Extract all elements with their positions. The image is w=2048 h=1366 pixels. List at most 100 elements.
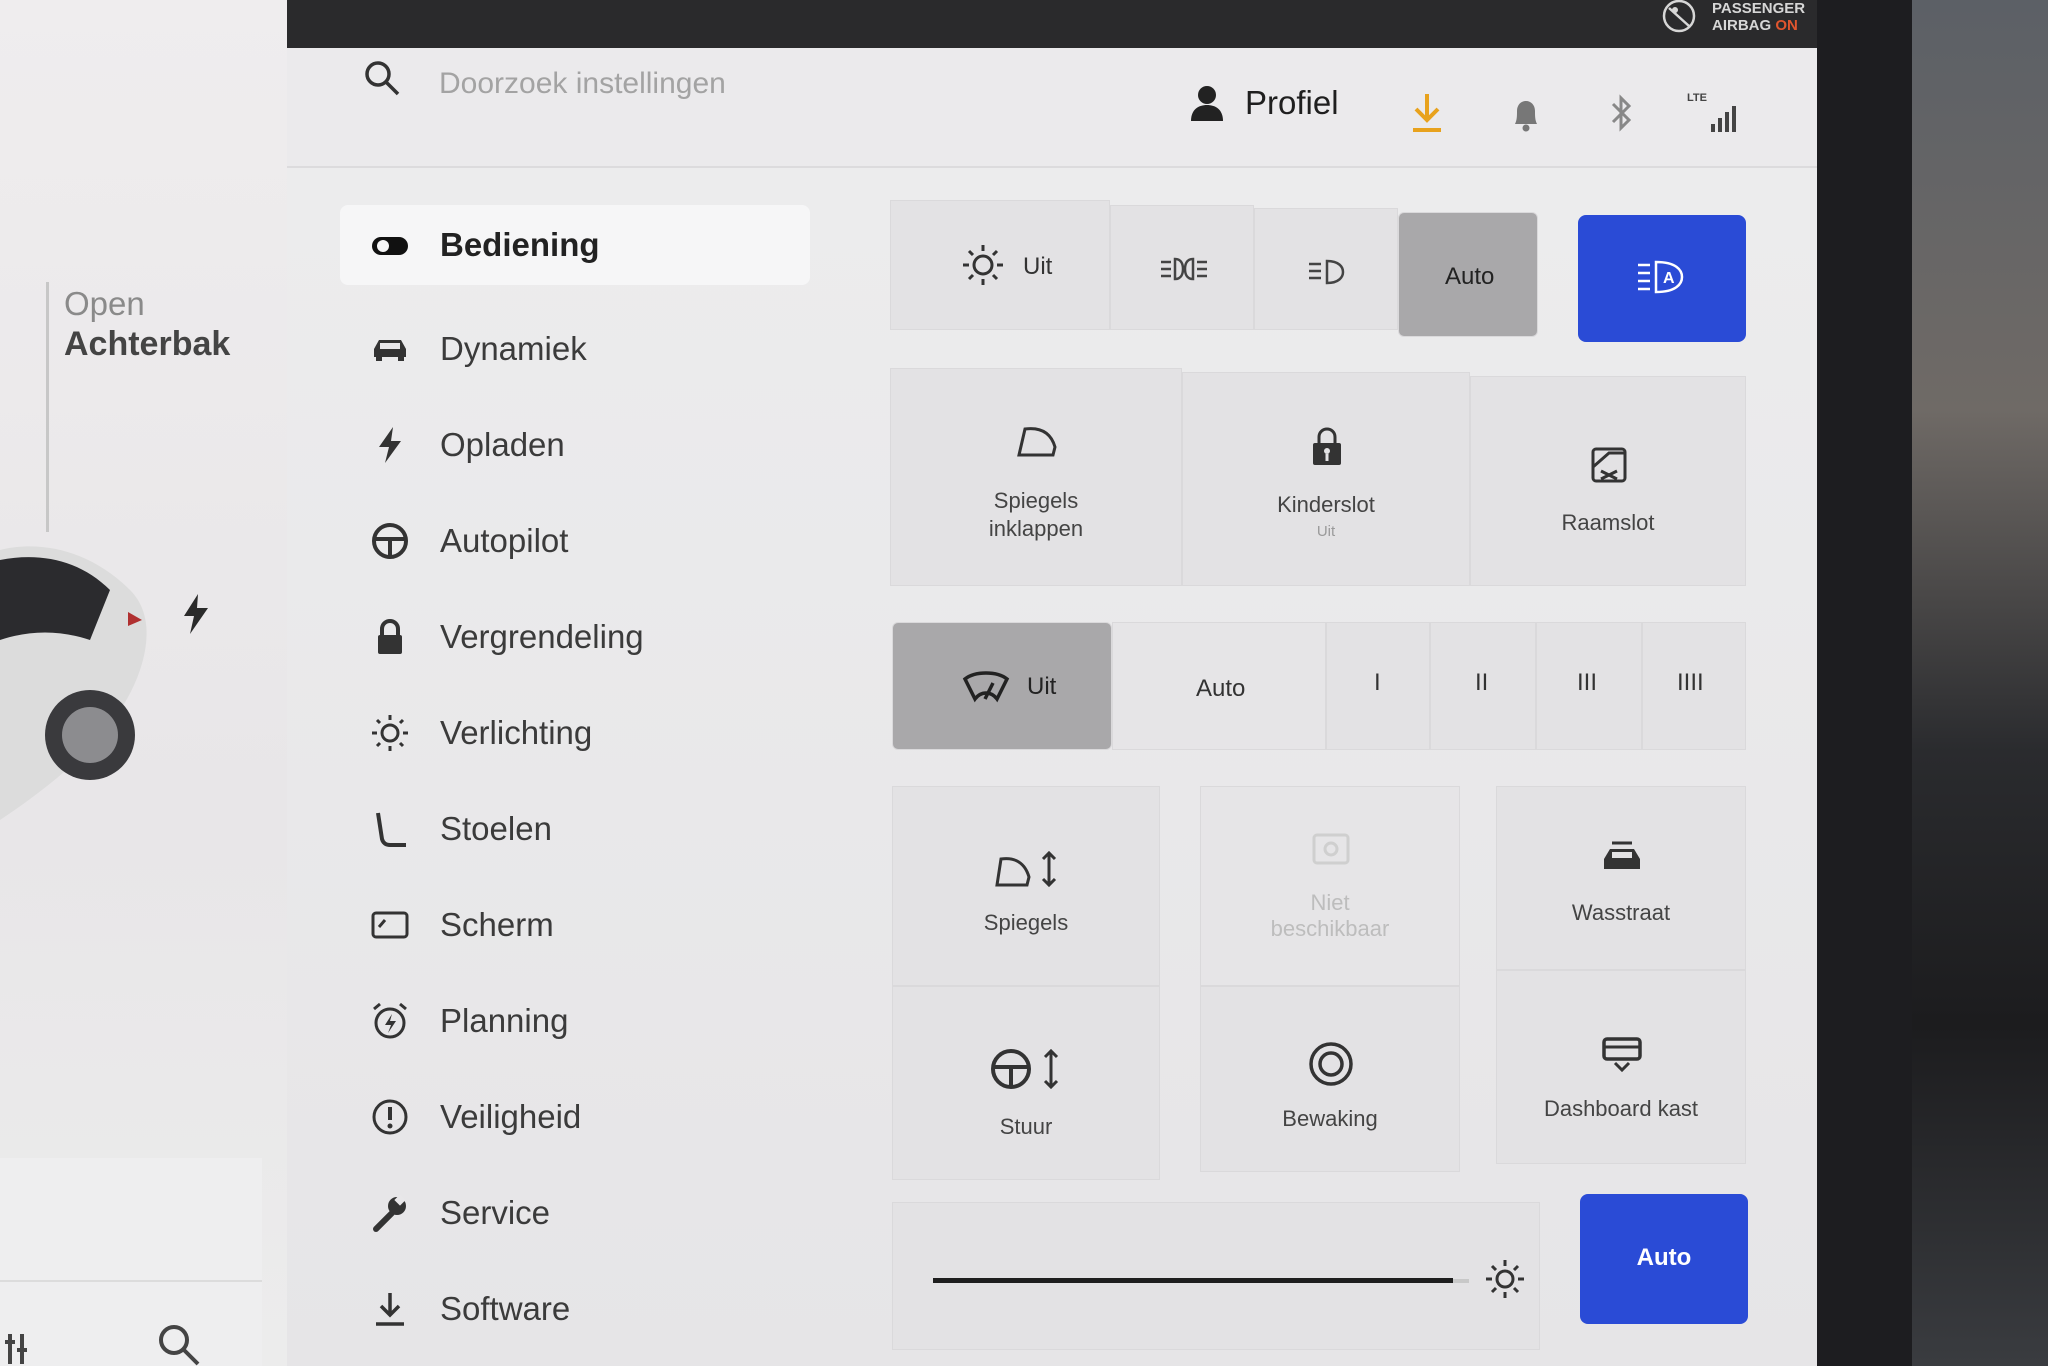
brightness-auto-label: Auto — [1636, 1244, 1692, 1271]
lights-auto-label: Auto — [1445, 263, 1495, 290]
sidebar-item-opladen[interactable]: Opladen — [340, 397, 810, 493]
airbag-off-icon — [1662, 0, 1696, 33]
steering-adjust-icon — [991, 1048, 1059, 1090]
background-window — [1912, 0, 2048, 1366]
auto-high-beam-button[interactable]: A — [1578, 215, 1746, 342]
sidebar-item-label: Planning — [440, 1002, 569, 1039]
car-image — [0, 546, 147, 820]
display-icon — [371, 911, 409, 939]
child-lock-label: Kinderslot — [1277, 492, 1375, 517]
wipers-off-label: Uit — [1027, 673, 1057, 700]
seat-icon — [376, 812, 406, 847]
bell-icon[interactable] — [1509, 96, 1543, 132]
child-lock-state: Uit — [1316, 523, 1336, 540]
trunk-open-label[interactable]: Open — [64, 284, 145, 324]
glovebox-label: Dashboard kast — [1543, 1096, 1699, 1121]
airbag-line1: PASSENGER — [1712, 0, 1806, 17]
wipers-speed-3-label: III — [1577, 669, 1598, 696]
fold-mirrors-button[interactable]: Spiegels inklappen — [890, 368, 1182, 586]
sidebar-item-label: Dynamiek — [440, 330, 587, 367]
profile-label: Profiel — [1245, 84, 1339, 121]
mirror-adjust-button[interactable]: Spiegels — [892, 786, 1160, 986]
unavailable-button: Niet beschikbaar — [1200, 786, 1460, 986]
sidebar-item-label: Veiligheid — [440, 1098, 582, 1135]
brightness-auto-button[interactable]: Auto — [1580, 1194, 1748, 1324]
sidebar-item-label: Stoelen — [440, 810, 552, 847]
sidebar-item-software[interactable]: Software — [340, 1261, 810, 1357]
sidebar-item-planning[interactable]: Planning — [340, 973, 810, 1069]
car-bottom-bar — [0, 1158, 262, 1366]
wipers-speed-3-button[interactable]: III — [1536, 622, 1642, 750]
settings-header: Profiel LTE — [287, 48, 1817, 168]
sentry-icon — [1309, 1042, 1353, 1086]
sidebar-item-bediening[interactable]: Bediening — [340, 205, 810, 285]
car-wash-icon — [1604, 841, 1640, 869]
sidebar-item-vergrendeling[interactable]: Vergrendeling — [340, 589, 810, 685]
download-icon[interactable] — [1407, 90, 1447, 134]
wiper-icon — [962, 671, 1010, 703]
steering-wheel-icon — [372, 523, 408, 559]
wipers-speed-1-button[interactable]: I — [1326, 622, 1430, 750]
sidebar-item-service[interactable]: Service — [340, 1165, 810, 1261]
airbag-state: ON — [1775, 17, 1798, 34]
brightness-panel — [892, 1202, 1540, 1350]
car-icon — [374, 340, 406, 361]
mirror-adjust-label: Spiegels — [983, 910, 1069, 935]
sidebar-item-verlichting[interactable]: Verlichting — [340, 685, 810, 781]
profile-button[interactable]: Profiel — [1187, 78, 1339, 128]
car-panel: Open Achterbak — [0, 0, 287, 1366]
toggle-icon — [372, 237, 408, 255]
sidebar-item-dynamiek[interactable]: Dynamiek — [340, 301, 810, 397]
window-lock-button[interactable]: Raamslot — [1470, 376, 1746, 586]
wipers-speed-4-button[interactable]: IIII — [1642, 622, 1746, 750]
brightness-slider-fill[interactable] — [933, 1278, 1453, 1283]
svg-text:A: A — [1663, 270, 1675, 287]
sun-icon — [963, 245, 1003, 285]
person-icon — [1191, 86, 1223, 121]
lights-auto-button[interactable]: Auto — [1398, 212, 1538, 337]
lights-off-button[interactable]: Uit — [890, 200, 1110, 330]
wipers-auto-button[interactable]: Auto — [1112, 622, 1326, 750]
wipers-speed-2-button[interactable]: II — [1430, 622, 1536, 750]
lights-off-label: Uit — [1023, 253, 1053, 280]
wrench-icon — [373, 1194, 406, 1232]
child-lock-button[interactable]: Kinderslot Uit — [1182, 372, 1470, 586]
car-wash-button[interactable]: Wasstraat — [1496, 786, 1746, 970]
sidebar-item-label: Bediening — [440, 226, 600, 263]
sentry-mode-button[interactable]: Bewaking — [1200, 986, 1460, 1172]
sidebar-item-scherm[interactable]: Scherm — [340, 877, 810, 973]
car-wash-label: Wasstraat — [1571, 900, 1671, 925]
steering-adjust-label: Stuur — [999, 1114, 1053, 1139]
airbag-status: PASSENGER AIRBAG ON — [1712, 0, 1805, 34]
wipers-auto-label: Auto — [1196, 675, 1246, 702]
unavailable-label-1: Niet — [1310, 890, 1350, 915]
glovebox-button[interactable]: Dashboard kast — [1496, 970, 1746, 1164]
steering-adjust-button[interactable]: Stuur — [892, 986, 1160, 1180]
alert-icon — [372, 1099, 408, 1135]
lights-parking-button[interactable] — [1110, 205, 1254, 330]
wipers-off-button[interactable]: Uit — [892, 622, 1112, 750]
status-strip — [287, 0, 1817, 48]
trunk-name-label[interactable]: Achterbak — [64, 324, 230, 364]
search-icon[interactable] — [362, 58, 402, 98]
search-icon[interactable] — [156, 1322, 200, 1366]
settings-search-input[interactable] — [437, 60, 1001, 108]
sidebar-item-stoelen[interactable]: Stoelen — [340, 781, 810, 877]
bluetooth-icon[interactable] — [1607, 92, 1637, 134]
settings-sidebar: Bediening Dynamiek Opladen Autopilot Ver… — [340, 205, 810, 1357]
bottom-divider — [0, 1280, 262, 1282]
window-lock-label: Raamslot — [1561, 510, 1655, 535]
sidebar-item-label: Service — [440, 1194, 551, 1231]
charge-bolt-icon[interactable] — [182, 594, 210, 634]
lock-icon — [378, 618, 402, 654]
sidebar-item-veiligheid[interactable]: Veiligheid — [340, 1069, 810, 1165]
sidebar-item-label: Software — [440, 1290, 571, 1327]
sliders-icon[interactable] — [4, 1330, 38, 1364]
sun-icon — [372, 715, 408, 751]
wipers-speed-1-label: I — [1374, 669, 1381, 696]
sidebar-item-label: Opladen — [440, 426, 565, 463]
lights-low-beam-button[interactable] — [1254, 208, 1398, 330]
network-type: LTE — [1687, 92, 1707, 104]
sidebar-item-label: Verlichting — [440, 714, 593, 751]
sidebar-item-autopilot[interactable]: Autopilot — [340, 493, 810, 589]
